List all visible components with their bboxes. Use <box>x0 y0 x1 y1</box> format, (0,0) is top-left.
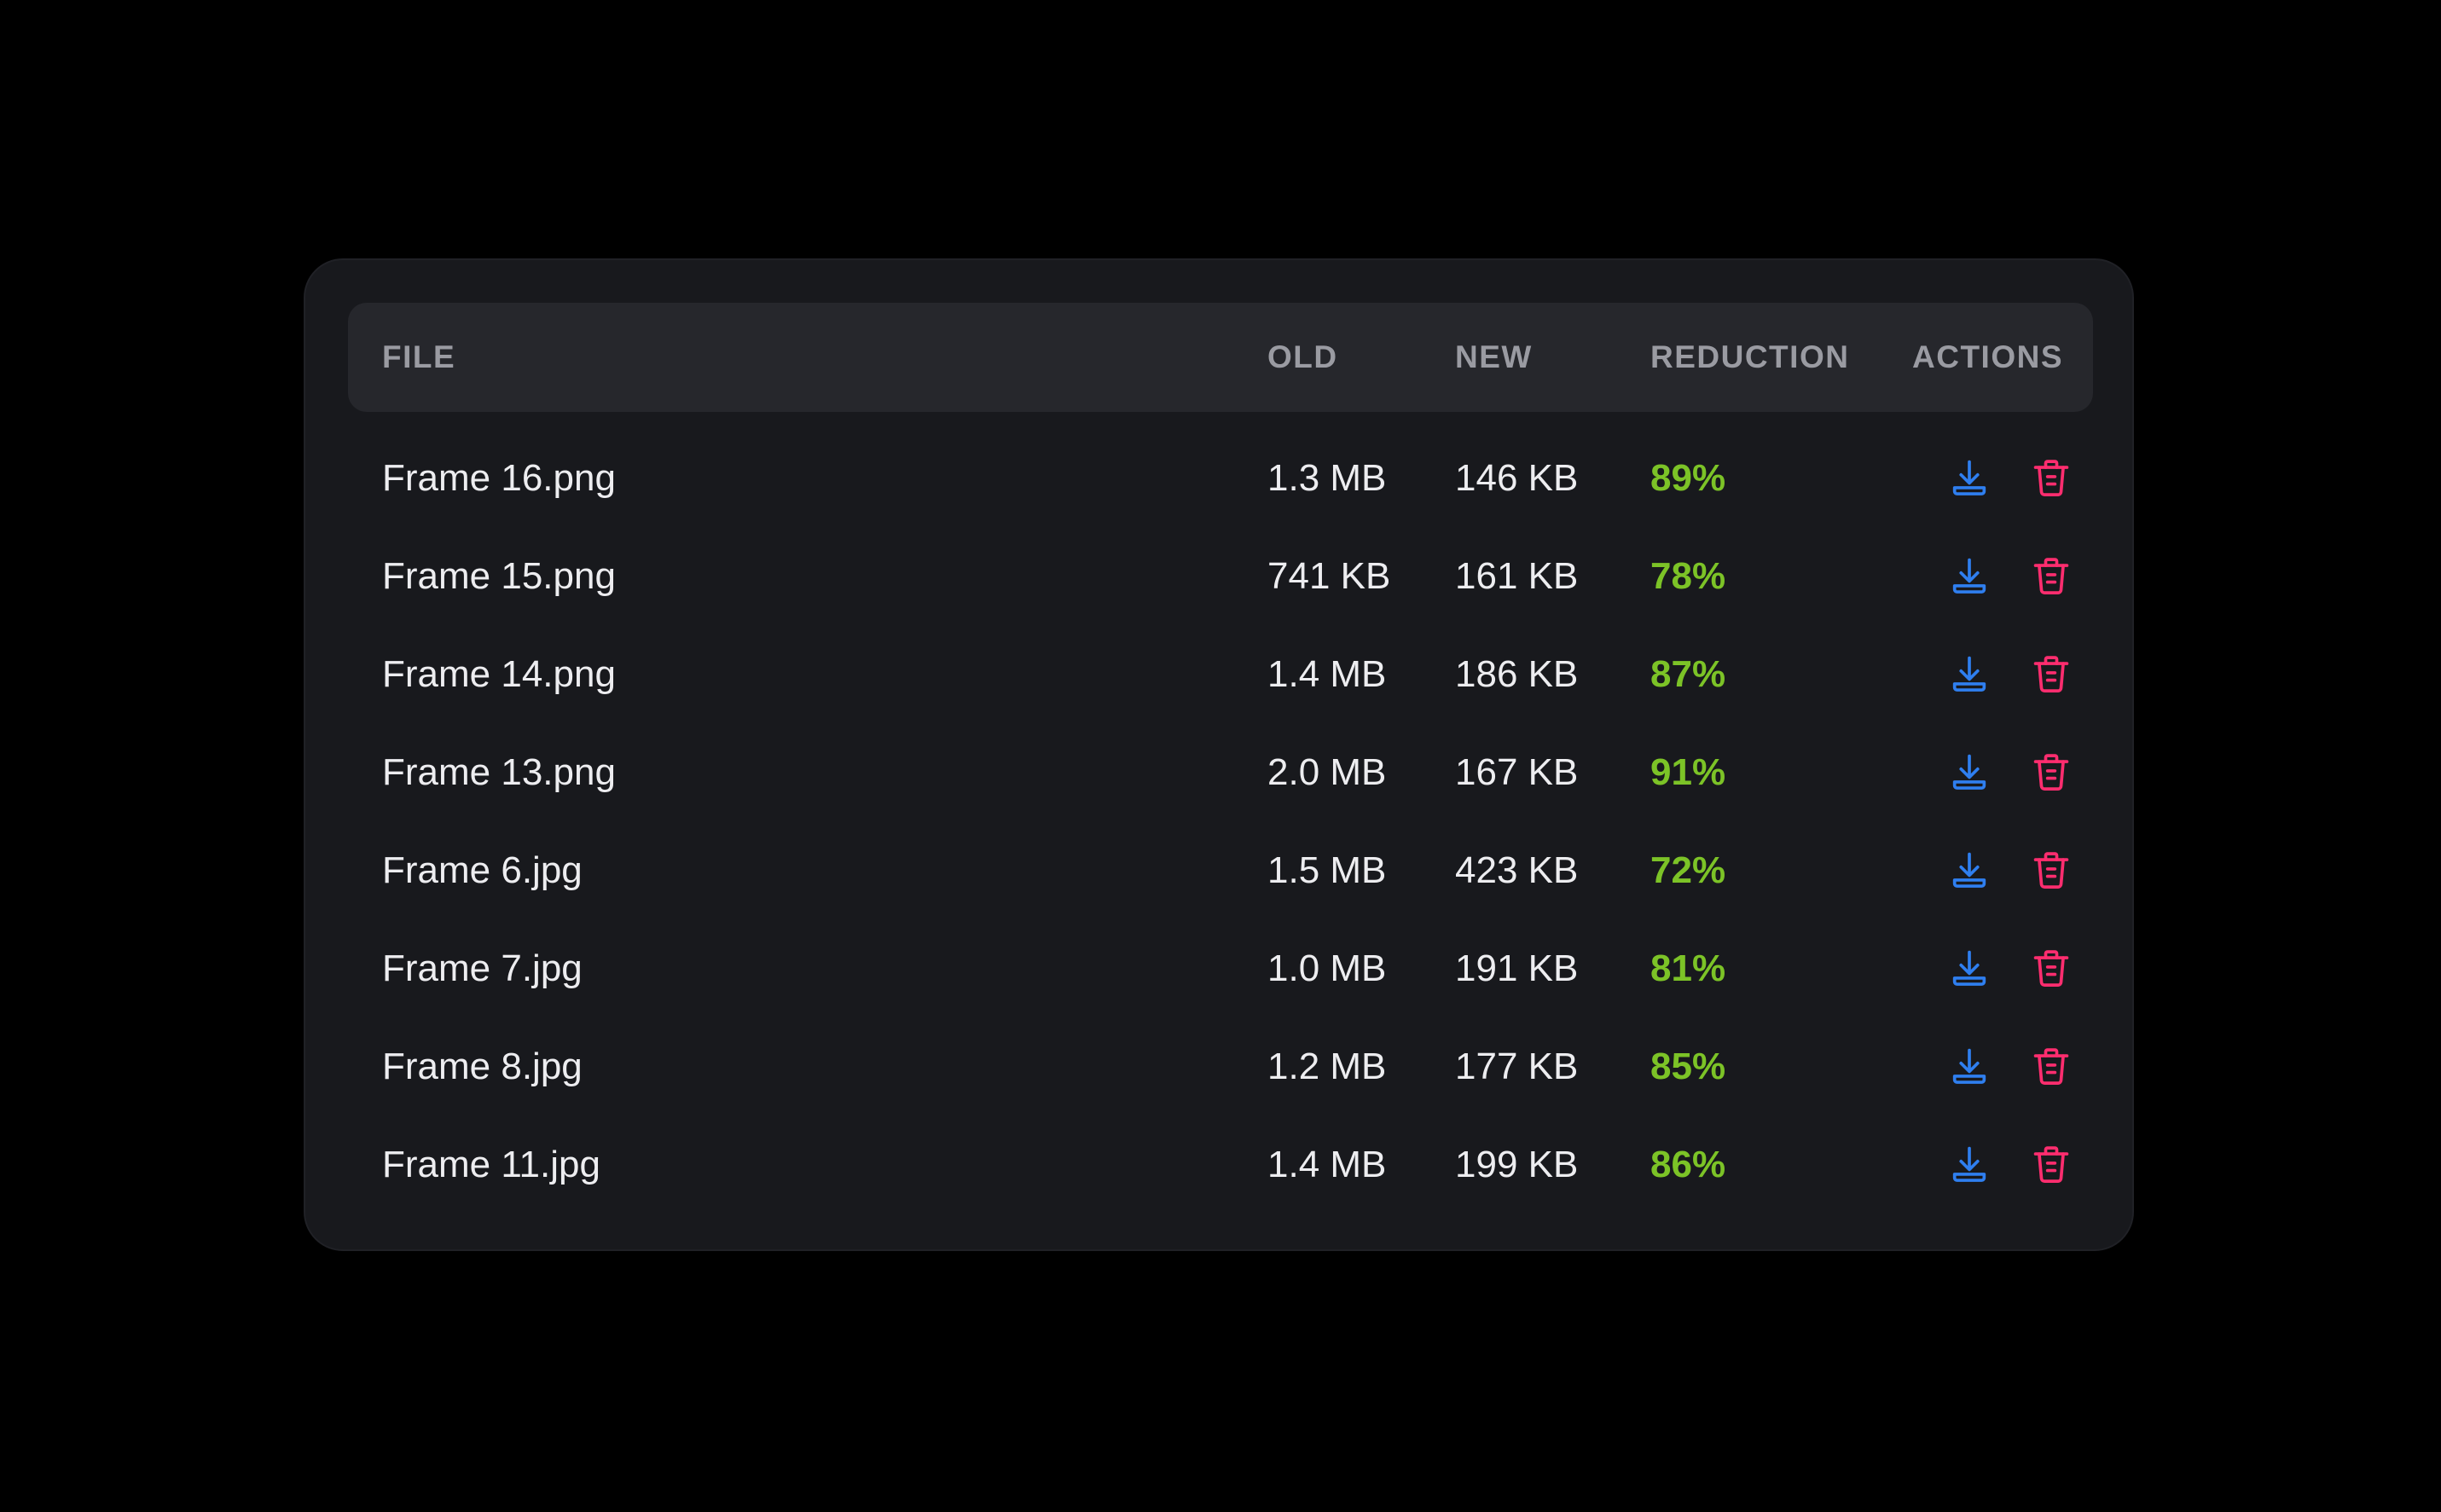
table-row: Frame 15.png 741 KB 161 KB 78% <box>348 527 2093 625</box>
delete-button[interactable] <box>2027 454 2075 501</box>
new-size: 423 KB <box>1455 849 1579 891</box>
new-size: 167 KB <box>1455 751 1579 793</box>
trash-icon <box>2033 754 2069 791</box>
download-icon <box>1952 460 1986 495</box>
download-button[interactable] <box>1945 454 1993 501</box>
delete-button[interactable] <box>2027 944 2075 992</box>
column-header-reduction: REDUCTION <box>1650 339 1850 374</box>
download-icon <box>1952 558 1986 594</box>
download-button[interactable] <box>1945 650 1993 698</box>
download-icon <box>1952 754 1986 790</box>
file-name: Frame 13.png <box>382 751 616 793</box>
reduction-percent: 87% <box>1650 653 1726 695</box>
download-icon <box>1952 1146 1986 1182</box>
old-size: 1.5 MB <box>1267 849 1387 891</box>
file-name: Frame 6.jpg <box>382 849 583 891</box>
download-button[interactable] <box>1945 846 1993 894</box>
download-button[interactable] <box>1945 1140 1993 1188</box>
trash-icon <box>2033 852 2069 889</box>
delete-button[interactable] <box>2027 650 2075 698</box>
delete-button[interactable] <box>2027 552 2075 600</box>
new-size: 186 KB <box>1455 653 1579 695</box>
new-size: 146 KB <box>1455 457 1579 499</box>
old-size: 1.4 MB <box>1267 1144 1387 1185</box>
trash-icon <box>2033 460 2069 496</box>
table-row: Frame 16.png 1.3 MB 146 KB 89% <box>348 429 2093 527</box>
trash-icon <box>2033 1146 2069 1183</box>
compression-results-card: FILE OLD NEW REDUCTION ACTIONS Frame 16.… <box>304 258 2134 1251</box>
download-icon <box>1952 656 1986 692</box>
old-size: 2.0 MB <box>1267 751 1387 793</box>
column-header-old: OLD <box>1267 339 1338 374</box>
new-size: 191 KB <box>1455 947 1579 989</box>
download-icon <box>1952 852 1986 888</box>
file-name: Frame 11.jpg <box>382 1144 600 1185</box>
download-icon <box>1952 1048 1986 1084</box>
table-row: Frame 14.png 1.4 MB 186 KB 87% <box>348 625 2093 723</box>
new-size: 199 KB <box>1455 1144 1579 1185</box>
table-row: Frame 6.jpg 1.5 MB 423 KB 72% <box>348 821 2093 919</box>
table-row: Frame 8.jpg 1.2 MB 177 KB 85% <box>348 1017 2093 1115</box>
delete-button[interactable] <box>2027 846 2075 894</box>
file-name: Frame 8.jpg <box>382 1046 583 1087</box>
reduction-percent: 86% <box>1650 1144 1726 1185</box>
reduction-percent: 89% <box>1650 457 1726 499</box>
trash-icon <box>2033 1048 2069 1085</box>
download-button[interactable] <box>1945 944 1993 992</box>
old-size: 1.4 MB <box>1267 653 1387 695</box>
delete-button[interactable] <box>2027 1140 2075 1188</box>
table-row: Frame 13.png 2.0 MB 167 KB 91% <box>348 723 2093 821</box>
file-name: Frame 16.png <box>382 457 616 499</box>
reduction-percent: 91% <box>1650 751 1726 793</box>
trash-icon <box>2033 950 2069 987</box>
download-button[interactable] <box>1945 748 1993 796</box>
trash-icon <box>2033 558 2069 594</box>
table-row: Frame 7.jpg 1.0 MB 191 KB 81% <box>348 919 2093 1017</box>
old-size: 741 KB <box>1267 555 1391 597</box>
file-name: Frame 15.png <box>382 555 616 597</box>
column-header-actions: ACTIONS <box>1912 339 2063 374</box>
table-header: FILE OLD NEW REDUCTION ACTIONS <box>348 303 2093 412</box>
file-name: Frame 14.png <box>382 653 616 695</box>
column-header-file: FILE <box>382 339 456 374</box>
old-size: 1.3 MB <box>1267 457 1387 499</box>
new-size: 161 KB <box>1455 555 1579 597</box>
download-icon <box>1952 950 1986 986</box>
download-button[interactable] <box>1945 552 1993 600</box>
trash-icon <box>2033 656 2069 692</box>
reduction-percent: 78% <box>1650 555 1726 597</box>
table-row: Frame 11.jpg 1.4 MB 199 KB 86% <box>348 1115 2093 1214</box>
reduction-percent: 85% <box>1650 1046 1726 1087</box>
column-header-new: NEW <box>1455 339 1533 374</box>
reduction-percent: 72% <box>1650 849 1726 891</box>
old-size: 1.2 MB <box>1267 1046 1387 1087</box>
delete-button[interactable] <box>2027 1042 2075 1090</box>
old-size: 1.0 MB <box>1267 947 1387 989</box>
new-size: 177 KB <box>1455 1046 1579 1087</box>
download-button[interactable] <box>1945 1042 1993 1090</box>
reduction-percent: 81% <box>1650 947 1726 989</box>
delete-button[interactable] <box>2027 748 2075 796</box>
file-name: Frame 7.jpg <box>382 947 583 989</box>
